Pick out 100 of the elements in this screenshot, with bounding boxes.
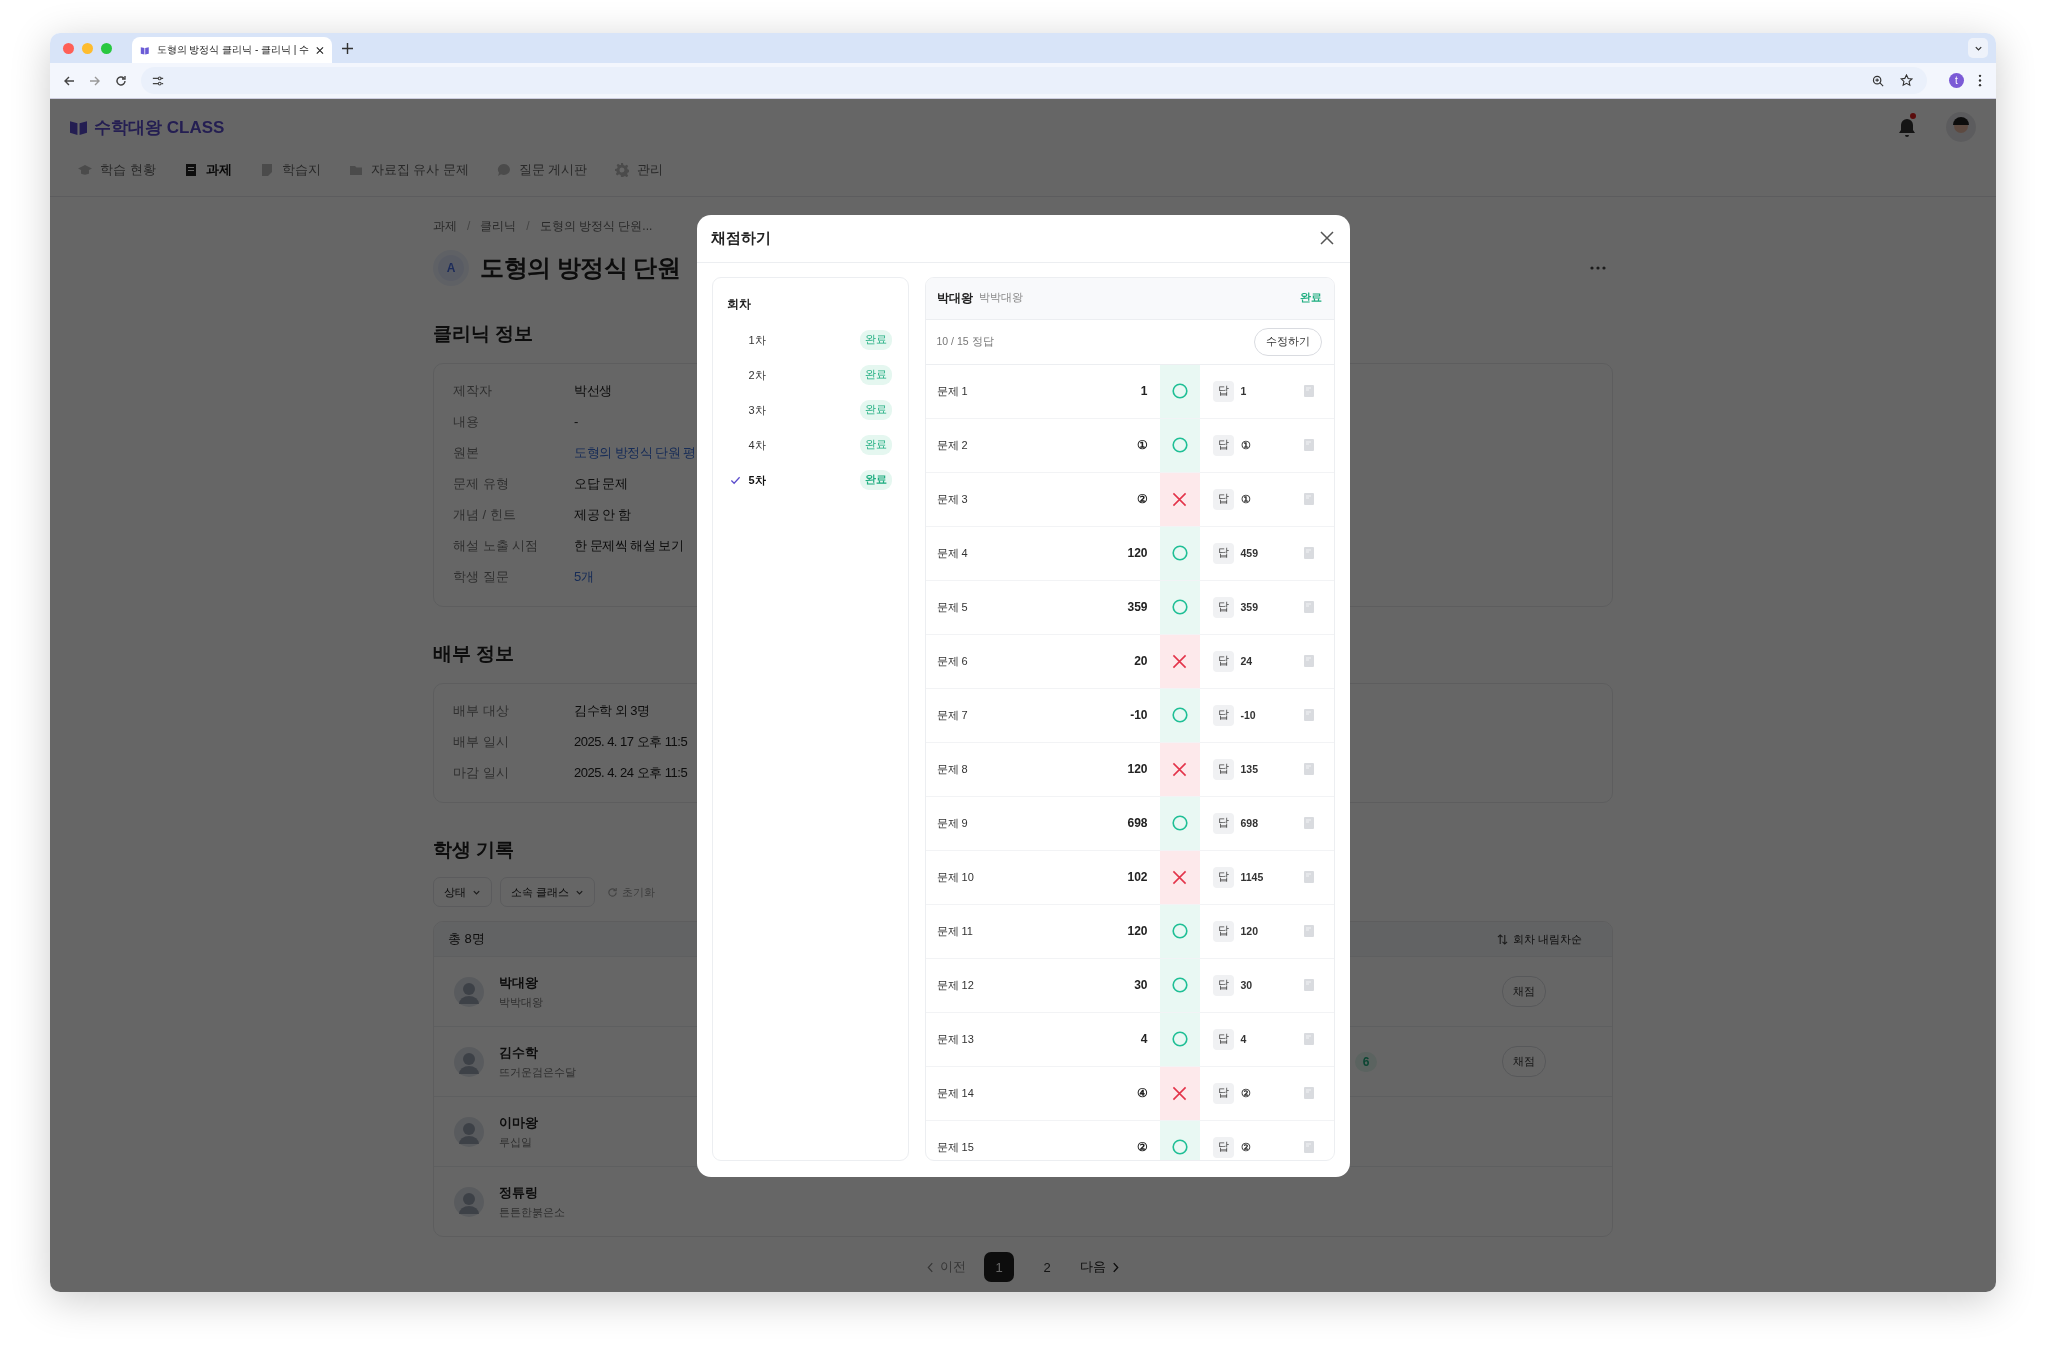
more-icon[interactable] — [1978, 74, 1982, 87]
answer-tag: 답 — [1212, 650, 1234, 672]
document-icon[interactable] — [1303, 1033, 1314, 1045]
check-icon — [729, 474, 741, 486]
chevron-right-icon — [1112, 1261, 1119, 1273]
tab-list-button[interactable] — [1968, 38, 1988, 58]
book-icon — [70, 119, 87, 135]
nav-tab[interactable]: 관리 — [615, 161, 664, 179]
problem-label: 문제 8 — [936, 761, 968, 777]
forward-icon[interactable] — [89, 74, 101, 87]
document-icon[interactable] — [1303, 709, 1314, 721]
breadcrumb-link[interactable]: 과제 — [433, 217, 457, 235]
student-answer: ① — [1136, 438, 1148, 452]
round-item[interactable]: 2차 완료 — [726, 357, 892, 393]
student-answer: -10 — [1130, 708, 1148, 722]
grading-mark[interactable] — [1159, 688, 1200, 742]
page-button[interactable]: 2 — [1032, 1252, 1062, 1282]
book-icon — [140, 44, 150, 56]
grading-mark[interactable] — [1159, 1120, 1200, 1160]
profile-button[interactable]: t — [1949, 73, 1964, 88]
app-logo[interactable]: 수학대왕 CLASS — [94, 115, 225, 139]
round-item[interactable]: 3차 완료 — [726, 392, 892, 428]
document-icon[interactable] — [1303, 925, 1314, 937]
site-settings-icon[interactable] — [152, 74, 164, 87]
edit-button[interactable]: 수정하기 — [1253, 327, 1322, 356]
student-name: 정튜링 — [499, 1183, 539, 1202]
nav-tab[interactable]: 질문 게시판 — [496, 161, 588, 179]
grading-mark[interactable] — [1159, 472, 1200, 526]
document-icon[interactable] — [1303, 655, 1314, 667]
back-icon[interactable] — [63, 74, 75, 87]
round-item[interactable]: 1차 완료 — [726, 322, 892, 358]
field-link[interactable]: 5개 — [574, 567, 594, 586]
grading-mark[interactable] — [1159, 742, 1200, 796]
nav-tab[interactable]: 학습 현황 — [78, 161, 156, 179]
bell-icon[interactable] — [1897, 116, 1917, 138]
reset-icon — [607, 886, 619, 898]
sort-button[interactable]: 회차 내림차순 — [1496, 931, 1582, 947]
grading-mark[interactable] — [1159, 958, 1200, 1012]
grading-mark[interactable] — [1159, 364, 1200, 418]
page-button[interactable]: 1 — [984, 1252, 1014, 1282]
filter-dropdown[interactable]: 소속 클래스 — [500, 877, 596, 907]
answer-tag: 답 — [1212, 1136, 1234, 1158]
correct-answer: 1145 — [1240, 871, 1264, 883]
close-icon[interactable] — [1319, 231, 1334, 245]
document-icon[interactable] — [1303, 493, 1314, 505]
grading-mark[interactable] — [1159, 418, 1200, 472]
document-icon[interactable] — [1303, 601, 1314, 613]
document-icon[interactable] — [1303, 547, 1314, 559]
breadcrumb-link[interactable]: 도형의 방정식 단원... — [539, 217, 653, 235]
section-heading: 클리닉 정보 — [433, 322, 534, 346]
document-icon[interactable] — [1303, 1087, 1314, 1099]
grade-button[interactable]: 채점 — [1502, 976, 1546, 1007]
field-value: 박선생 — [574, 381, 612, 400]
grading-mark[interactable] — [1159, 1066, 1200, 1120]
breadcrumb-link[interactable]: 클리닉 — [480, 217, 517, 235]
document-icon[interactable] — [1303, 439, 1314, 451]
minimize-window-button[interactable] — [82, 42, 93, 54]
answer-tag: 답 — [1212, 380, 1234, 402]
correct-answer: 459 — [1240, 547, 1259, 559]
grading-mark[interactable] — [1159, 904, 1200, 958]
star-icon[interactable] — [1900, 74, 1913, 87]
correct-answer: 135 — [1240, 763, 1259, 775]
nav-tab[interactable]: 자료집 유사 문제 — [348, 161, 469, 179]
new-tab-icon[interactable] — [342, 42, 353, 54]
document-icon[interactable] — [1303, 871, 1314, 883]
grade-button[interactable]: 채점 — [1502, 1046, 1546, 1077]
student-answer: 102 — [1127, 870, 1148, 884]
problem-label: 문제 7 — [936, 707, 968, 723]
status-label: 완료 — [1299, 291, 1322, 305]
document-icon[interactable] — [1303, 1141, 1314, 1153]
grading-mark[interactable] — [1159, 580, 1200, 634]
dialog-title: 채점하기 — [710, 228, 771, 248]
grading-mark[interactable] — [1159, 634, 1200, 688]
field-link[interactable]: 도형의 방정식 단원 평 — [574, 443, 696, 462]
filter-dropdown[interactable]: 상태 — [433, 877, 492, 907]
grading-mark[interactable] — [1159, 850, 1200, 904]
grading-mark[interactable] — [1159, 526, 1200, 580]
zoom-window-button[interactable] — [101, 42, 112, 54]
close-icon[interactable] — [316, 45, 324, 55]
status-badge: 완료 — [859, 365, 892, 385]
browser-tab[interactable]: 도형의 방정식 클리닉 - 클리닉 | 수 — [132, 37, 332, 63]
answer-tag: 답 — [1212, 812, 1234, 834]
document-icon[interactable] — [1303, 817, 1314, 829]
breadcrumb-separator: / — [526, 219, 530, 233]
avatar[interactable] — [1946, 112, 1976, 142]
grading-mark[interactable] — [1159, 796, 1200, 850]
document-icon[interactable] — [1303, 385, 1314, 397]
grading-mark[interactable] — [1159, 1012, 1200, 1066]
next-page-button[interactable]: 다음 — [1080, 1258, 1119, 1276]
zoom-icon[interactable] — [1872, 74, 1884, 87]
correct-icon — [1171, 707, 1188, 723]
document-icon[interactable] — [1303, 979, 1314, 991]
document-icon[interactable] — [1303, 763, 1314, 775]
nav-tab[interactable]: 과제 — [183, 161, 232, 179]
close-window-button[interactable] — [63, 42, 74, 54]
round-item[interactable]: 5차 완료 — [726, 462, 892, 498]
nav-tab[interactable]: 학습지 — [259, 161, 321, 179]
round-item[interactable]: 4차 완료 — [726, 427, 892, 463]
reload-icon[interactable] — [115, 74, 127, 87]
problem-label: 문제 6 — [936, 653, 968, 669]
